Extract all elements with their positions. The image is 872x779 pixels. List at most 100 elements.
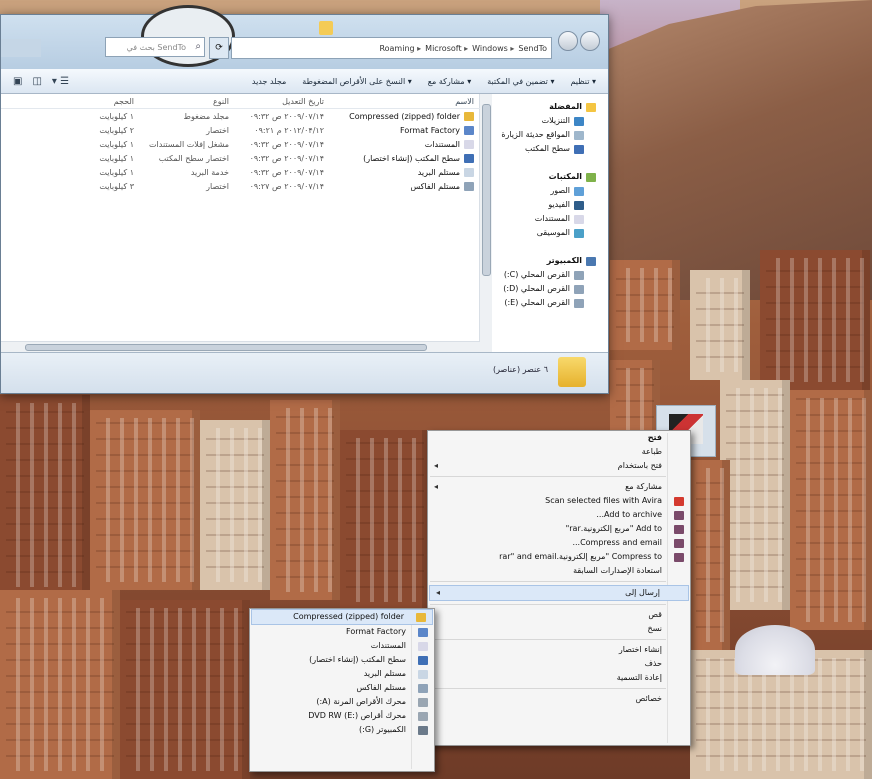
desktop-icon: [574, 144, 584, 154]
menu-item[interactable]: مشاركة مع: [428, 480, 690, 494]
file-type: اختصار: [206, 181, 229, 191]
file-row[interactable]: Format Factory ۲۰۱۲/۰۴/۱۲ م ۰۹:۲۱ اختصار ۲ …: [1, 123, 480, 137]
menu-item-label: إنشاء اختصار: [618, 645, 662, 654]
nav-item[interactable]: التنزيلات: [492, 114, 598, 128]
nav-group-computer: الكمبيوتر القرص المحلي (C:) القرص المحلي…: [492, 254, 598, 310]
menu-item[interactable]: طباعة: [428, 445, 690, 459]
menu-item-label: Compress to "مربع إلكترونية.rar" and ema…: [499, 552, 662, 561]
menu-item[interactable]: محرك أقراص DVD RW (E:): [250, 709, 434, 723]
menu-item[interactable]: Format Factory: [250, 625, 434, 639]
nav-item[interactable]: المواقع حديثة الزيارة: [492, 128, 598, 142]
scroll-thumb[interactable]: [25, 344, 427, 351]
wallpaper-building: [0, 395, 90, 595]
menu-item[interactable]: مستلم البريد: [250, 667, 434, 681]
menu-item[interactable]: Add to "مربع إلكترونية.rar": [428, 522, 690, 536]
scroll-thumb[interactable]: [482, 104, 491, 276]
menu-item[interactable]: فتح: [428, 431, 690, 445]
change-view-icon[interactable]: ▾ ☰: [52, 76, 69, 87]
file-size: ۲ كيلوبايت: [99, 125, 134, 135]
menu-item[interactable]: إرسال إلى: [429, 585, 689, 601]
nav-item[interactable]: المستندات: [492, 212, 598, 226]
preview-pane-icon[interactable]: ◫: [32, 76, 41, 87]
menu-separator: [430, 581, 666, 582]
menu-item[interactable]: إنشاء اختصار: [428, 643, 690, 657]
back-forward-buttons[interactable]: [1, 39, 41, 57]
menu-item[interactable]: المستندات: [250, 639, 434, 653]
file-type: اختصار: [206, 125, 229, 135]
nav-item[interactable]: القرص المحلي (C:): [492, 268, 598, 282]
menu-item[interactable]: حذف: [428, 657, 690, 671]
file-row[interactable]: مستلم البريد ۲۰۰۹/۰۷/۱۴ ص ۰۹:۳۲ خدمة البري…: [1, 165, 480, 179]
breadcrumb-item[interactable]: Windows: [472, 44, 514, 53]
file-row[interactable]: سطح المكتب (إنشاء اختصار) ۲۰۰۹/۰۷/۱۴ ص ۰۹…: [1, 151, 480, 165]
file-size: ۱ كيلوبايت: [99, 111, 134, 121]
menu-item[interactable]: Scan selected files with Avira: [428, 494, 690, 508]
wallpaper-building: [90, 410, 200, 590]
new-folder-button[interactable]: مجلد جديد: [252, 77, 286, 86]
item-count: ٦ عنصر (عناصر): [493, 365, 548, 374]
refresh-button[interactable]: ⟳: [209, 37, 229, 59]
menu-item-icon: [674, 553, 684, 562]
nav-computer[interactable]: الكمبيوتر: [492, 254, 598, 268]
file-icon: [464, 181, 474, 191]
column-date[interactable]: تاريخ التعديل: [229, 97, 324, 106]
minimize-button[interactable]: [558, 31, 578, 51]
nav-item[interactable]: القرص المحلي (D:): [492, 282, 598, 296]
share-with-button[interactable]: مشاركة مع: [428, 77, 471, 86]
menu-item[interactable]: قص: [428, 608, 690, 622]
nav-label: القرص المحلي (E:): [504, 298, 570, 307]
menu-item[interactable]: إعادة التسمية: [428, 671, 690, 685]
search-icon[interactable]: ⌕: [195, 41, 201, 52]
file-name-cell: مستلم البريد: [324, 167, 480, 177]
menu-item[interactable]: Compress and email...: [428, 536, 690, 550]
nav-item[interactable]: القرص المحلي (E:): [492, 296, 598, 310]
breadcrumb-item[interactable]: Roaming: [379, 44, 421, 53]
burn-button[interactable]: النسخ على الأقراص المضغوطة: [302, 77, 411, 86]
drive-icon: [574, 284, 584, 294]
menu-item[interactable]: الكمبيوتر (G:): [250, 723, 434, 737]
window-controls: [558, 31, 600, 51]
file-row[interactable]: Compressed (zipped) folder ۲۰۰۹/۰۷/۱۴ ص ۰…: [1, 109, 480, 123]
column-type[interactable]: النوع: [134, 97, 229, 106]
menu-item[interactable]: سطح المكتب (إنشاء اختصار): [250, 653, 434, 667]
breadcrumb-item[interactable]: SendTo: [518, 44, 547, 53]
menu-item[interactable]: نسخ: [428, 622, 690, 636]
menu-item-label: طباعة: [641, 447, 662, 456]
file-name-cell: المستندات: [324, 139, 480, 149]
nav-item[interactable]: الصور: [492, 184, 598, 198]
column-size[interactable]: الحجم: [54, 97, 134, 106]
menu-item[interactable]: استعادة الإصدارات السابقة: [428, 564, 690, 578]
nav-favorites[interactable]: المفضلة: [492, 100, 598, 114]
address-bar[interactable]: Roaming Microsoft Windows SendTo: [231, 37, 552, 59]
include-in-library-button[interactable]: تضمين في المكتبة: [487, 77, 554, 86]
file-row[interactable]: المستندات ۲۰۰۹/۰۷/۱۴ ص ۰۹:۳۲ مشغل إفلات ال…: [1, 137, 480, 151]
music-icon: [574, 228, 584, 238]
menu-item-label: Format Factory: [346, 627, 406, 636]
menu-item[interactable]: Compress to "مربع إلكترونية.rar" and ema…: [428, 550, 690, 564]
breadcrumb-item[interactable]: Microsoft: [425, 44, 468, 53]
wallpaper-building: [0, 590, 120, 779]
menu-item-label: قص: [648, 610, 662, 619]
file-date: ۲۰۰۹/۰۷/۱۴ ص ۰۹:۳۲: [249, 153, 324, 163]
help-icon[interactable]: ▣: [13, 76, 22, 87]
search-input[interactable]: بحث في SendTo ⌕: [105, 37, 205, 57]
menu-item[interactable]: فتح باستخدام: [428, 459, 690, 473]
nav-item[interactable]: سطح المكتب: [492, 142, 598, 156]
nav-item[interactable]: الفيديو: [492, 198, 598, 212]
organize-button[interactable]: تنظيم: [570, 77, 596, 86]
menu-item[interactable]: Compressed (zipped) folder: [251, 609, 433, 625]
menu-item[interactable]: خصائص: [428, 692, 690, 706]
menu-item-label: Compressed (zipped) folder: [293, 612, 404, 621]
file-row[interactable]: مستلم الفاكس ۲۰۰۹/۰۷/۱۴ ص ۰۹:۲۷ اختصار ۳ كي…: [1, 179, 480, 193]
nav-group-favorites: المفضلة التنزيلات المواقع حديثة الزيارة …: [492, 100, 598, 156]
menu-item[interactable]: مستلم الفاكس: [250, 681, 434, 695]
horizontal-scrollbar[interactable]: [1, 341, 480, 352]
menu-item[interactable]: Add to archive...: [428, 508, 690, 522]
vertical-scrollbar[interactable]: [479, 94, 492, 352]
nav-item[interactable]: الموسيقى: [492, 226, 598, 240]
nav-libraries[interactable]: المكتبات: [492, 170, 598, 184]
close-button[interactable]: [580, 31, 600, 51]
folder-icon: [319, 21, 333, 35]
column-name[interactable]: الاسم: [324, 97, 480, 106]
menu-item[interactable]: محرك الأقراص المرنة (A:): [250, 695, 434, 709]
